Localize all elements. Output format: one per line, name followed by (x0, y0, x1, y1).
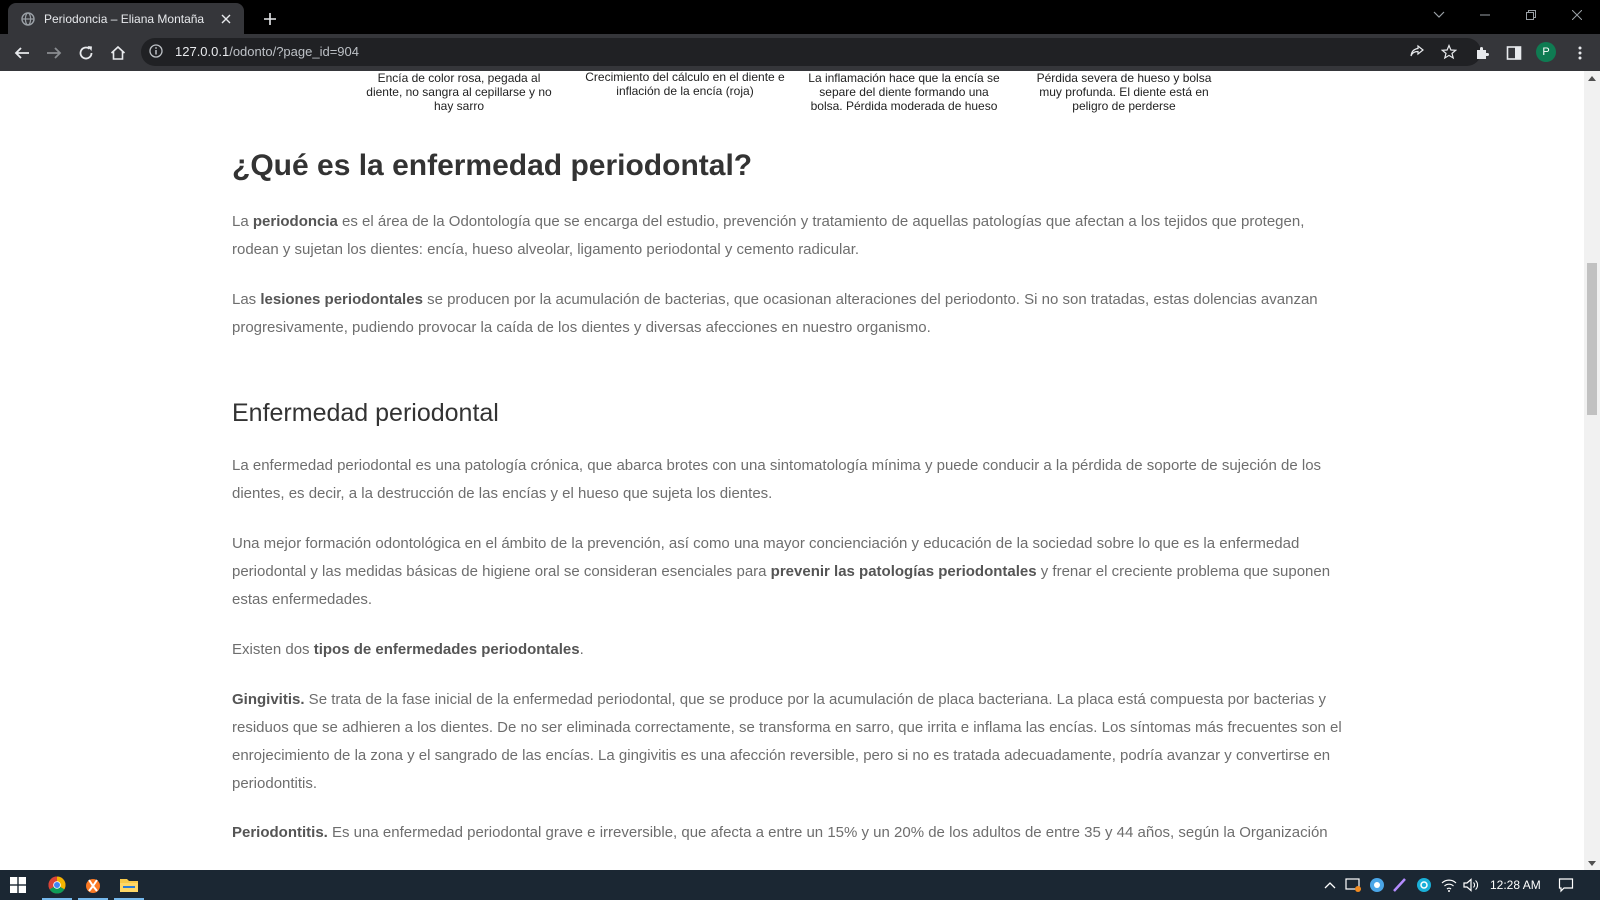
wifi-icon[interactable] (1440, 876, 1458, 894)
tab-search-icon[interactable] (1416, 0, 1462, 30)
pen-tray-icon[interactable] (1391, 876, 1409, 894)
caption-severe-periodontitis: Pérdida severa de hueso y bolsa muy prof… (1036, 71, 1212, 113)
p7-bold: Periodontitis. (232, 824, 328, 841)
browser-tab[interactable]: Periodoncia – Eliana Montaña (8, 3, 244, 34)
taskbar-clock[interactable]: 12:28 AM (1490, 878, 1541, 892)
heading-enfermedad-periodontal: Enfermedad periodontal (232, 399, 499, 427)
image-captions: Encía de color rosa, pegada al diente, n… (0, 71, 1584, 116)
address-bar[interactable]: 127.0.0.1/odonto/?page_id=904 (141, 38, 1481, 66)
p6-text-c: Se trata de la fase inicial de la enferm… (232, 691, 1342, 792)
star-icon[interactable] (1440, 43, 1458, 65)
paragraph-prevencion: Una mejor formación odontológica en el á… (232, 530, 1354, 614)
p1-text-c: es el área de la Odontología que se enca… (232, 213, 1305, 258)
p5-text-c: . (579, 641, 584, 658)
p2-bold: lesiones periodontales (260, 291, 423, 308)
page-viewport: Encía de color rosa, pegada al diente, n… (0, 71, 1584, 870)
paragraph-tipos: Existen dos tipos de enfermedades period… (232, 636, 1354, 664)
search-tray-icon[interactable] (1415, 876, 1433, 894)
caption-gingivitis: Crecimiento del cálculo en el diente e i… (585, 71, 785, 98)
minimize-icon[interactable] (1462, 0, 1508, 30)
home-icon[interactable] (104, 39, 132, 67)
puzzle-icon[interactable] (1468, 39, 1496, 67)
paragraph-periodoncia: La periodoncia es el área de la Odontolo… (232, 208, 1354, 264)
profile-avatar[interactable]: P (1536, 42, 1556, 62)
tab-title: Periodoncia – Eliana Montaña (44, 11, 205, 26)
notification-center-icon[interactable] (1557, 876, 1575, 894)
scroll-up-arrow-icon[interactable] (1584, 71, 1600, 85)
file-explorer-icon[interactable] (111, 870, 147, 900)
p5-text-a: Existen dos (232, 641, 314, 658)
reload-icon[interactable] (72, 39, 100, 67)
p6-bold: Gingivitis. (232, 691, 305, 708)
network-app-tray-icon[interactable] (1368, 876, 1386, 894)
windows-start-icon[interactable] (0, 870, 36, 900)
plus-icon[interactable] (258, 7, 282, 31)
caption-moderate-periodontitis: La inflamación hace que la encía se sepa… (808, 71, 1000, 113)
restore-icon[interactable] (1508, 0, 1554, 30)
paragraph-gingivitis: Gingivitis. Se trata de la fase inicial … (232, 686, 1354, 798)
chrome-app-icon[interactable] (39, 870, 75, 900)
close-icon[interactable] (218, 11, 234, 27)
url-text: 127.0.0.1/odonto/?page_id=904 (175, 44, 359, 59)
p2-text-a: Las (232, 291, 261, 308)
tab-strip: Periodoncia – Eliana Montaña (0, 0, 1600, 34)
page-scrollbar[interactable] (1584, 71, 1600, 870)
p1-bold: periodoncia (252, 213, 338, 230)
chevron-up-icon[interactable] (1321, 876, 1339, 894)
back-arrow-icon[interactable] (8, 39, 36, 67)
window-close-icon[interactable] (1554, 0, 1600, 30)
scroll-thumb[interactable] (1587, 263, 1597, 415)
display-tray-icon[interactable] (1344, 876, 1362, 894)
p4-bold: prevenir las patologías periodontales (770, 563, 1037, 580)
scroll-down-arrow-icon[interactable] (1584, 856, 1600, 870)
kebab-menu-icon[interactable] (1566, 39, 1594, 67)
volume-icon[interactable] (1462, 876, 1480, 894)
url-host: 127.0.0.1 (175, 44, 230, 59)
paragraph-enfermedad: La enfermedad periodontal es una patolog… (232, 457, 1322, 502)
paragraph-lesiones: Las lesiones periodontales se producen p… (232, 286, 1354, 342)
share-icon[interactable] (1409, 44, 1425, 65)
forward-arrow-icon[interactable] (40, 39, 68, 67)
side-panel-icon[interactable] (1500, 39, 1528, 67)
p7-text-c: Es una enfermedad periodontal grave e ir… (327, 824, 1328, 841)
xampp-app-icon[interactable] (75, 870, 111, 900)
os-taskbar: 12:28 AM (0, 870, 1600, 900)
heading-what-is-periodontal-disease: ¿Qué es la enfermedad periodontal? (232, 149, 753, 182)
p5-bold: tipos de enfermedades periodontales (313, 641, 580, 658)
url-path: /odonto/?page_id=904 (229, 44, 359, 59)
paragraph-periodontitis: Periodontitis. Es una enfermedad periodo… (232, 819, 1354, 847)
globe-icon (20, 11, 36, 27)
info-icon[interactable] (149, 44, 163, 63)
caption-healthy: Encía de color rosa, pegada al diente, n… (366, 71, 552, 113)
p1-text-a: La (232, 213, 253, 230)
browser-toolbar: 127.0.0.1/odonto/?page_id=904 P (0, 34, 1600, 71)
